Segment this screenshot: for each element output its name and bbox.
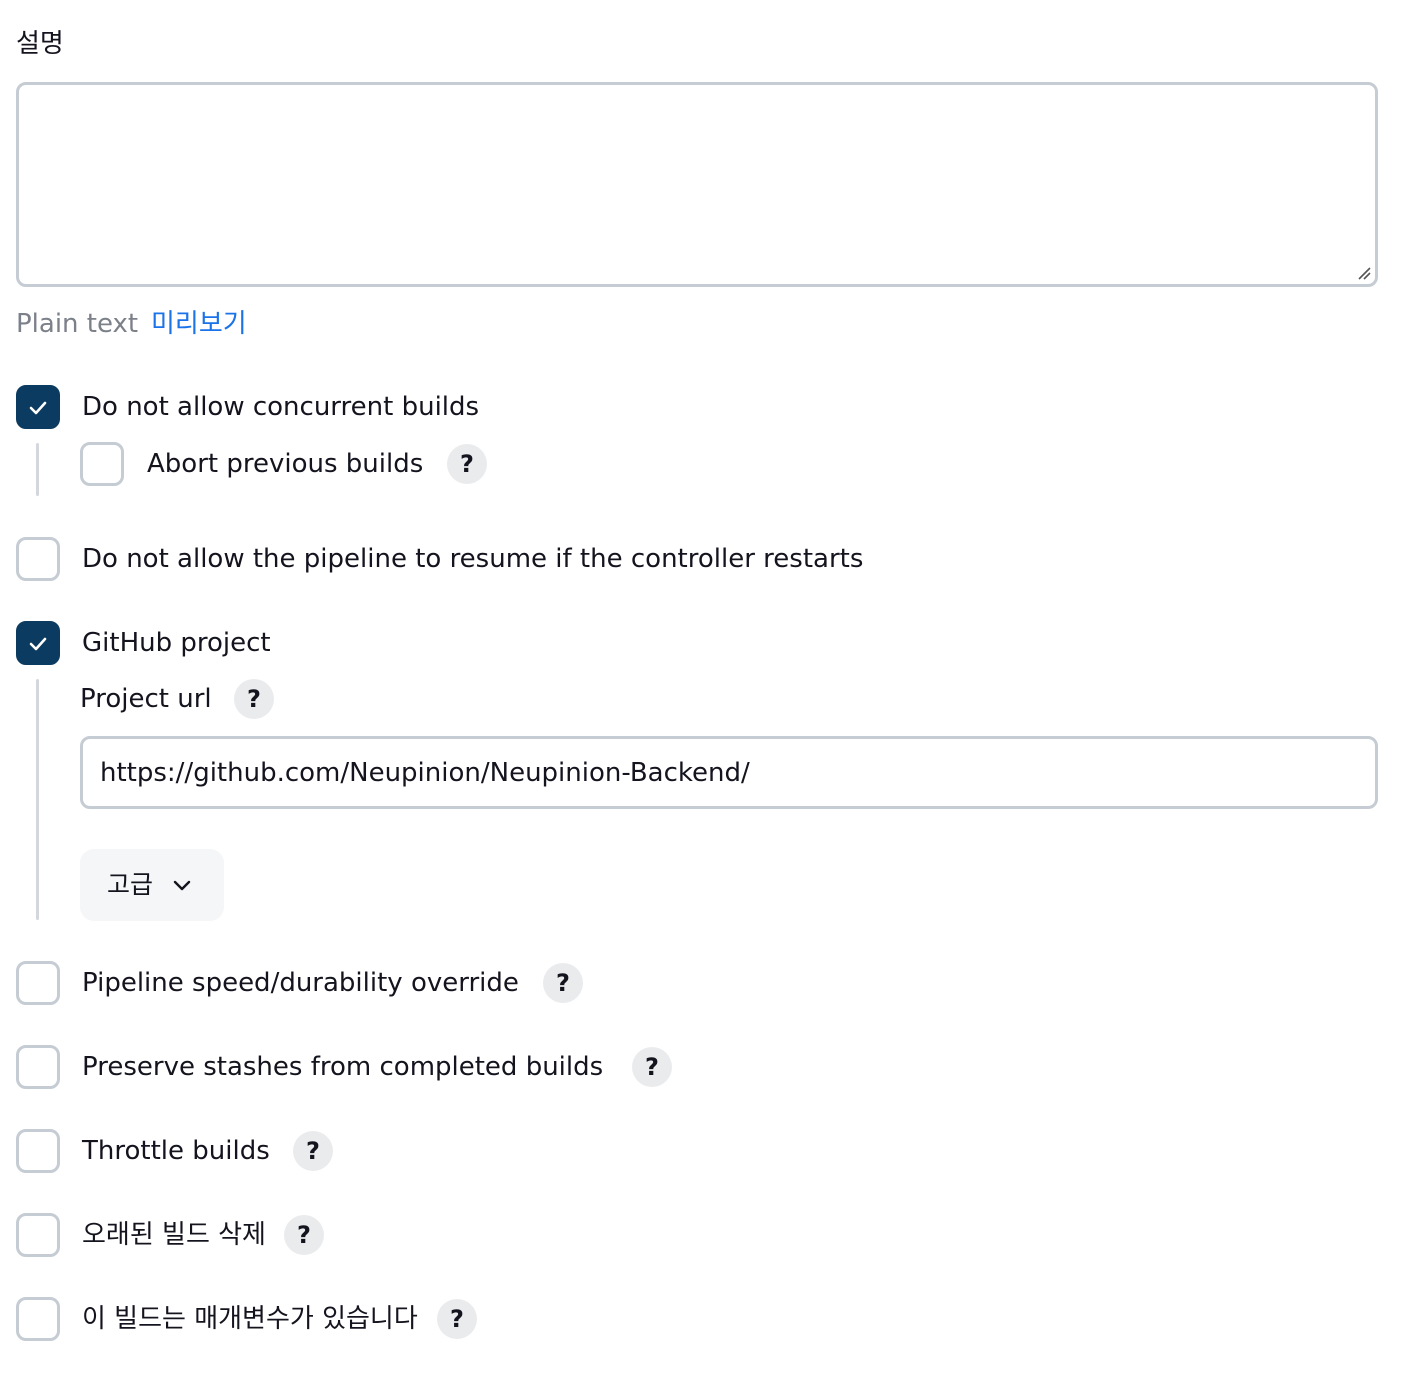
no-resume-checkbox[interactable] xyxy=(16,537,60,581)
project-url-input[interactable] xyxy=(80,736,1378,809)
discard-old-builds-checkbox[interactable] xyxy=(16,1213,60,1257)
nested-indent-line xyxy=(36,443,39,496)
preserve-stashes-checkbox[interactable] xyxy=(16,1045,60,1089)
advanced-label: 고급 xyxy=(107,870,154,899)
no-resume-label[interactable]: Do not allow the pipeline to resume if t… xyxy=(82,541,863,577)
description-label: 설명 xyxy=(16,29,64,59)
github-project-label[interactable]: GitHub project xyxy=(82,625,271,661)
abort-previous-checkbox[interactable] xyxy=(80,442,124,486)
abort-previous-label[interactable]: Abort previous builds xyxy=(147,446,423,482)
throttle-builds-label[interactable]: Throttle builds xyxy=(82,1133,270,1169)
nested-indent-line xyxy=(36,679,39,920)
discard-old-builds-help-icon[interactable]: ? xyxy=(284,1215,324,1255)
parameterized-checkbox[interactable] xyxy=(16,1297,60,1341)
preview-link[interactable]: 미리보기 xyxy=(151,306,247,342)
format-label: Plain text xyxy=(16,309,139,339)
github-project-checkbox[interactable] xyxy=(16,621,60,665)
no-concurrent-label[interactable]: Do not allow concurrent builds xyxy=(82,389,479,425)
preserve-stashes-help-icon[interactable]: ? xyxy=(632,1047,672,1087)
durability-override-checkbox[interactable] xyxy=(16,961,60,1005)
parameterized-label[interactable]: 이 빌드는 매개변수가 있습니다 xyxy=(82,1301,418,1337)
throttle-builds-help-icon[interactable]: ? xyxy=(293,1131,333,1171)
description-textarea[interactable] xyxy=(16,82,1378,287)
parameterized-help-icon[interactable]: ? xyxy=(437,1299,477,1339)
durability-override-label[interactable]: Pipeline speed/durability override xyxy=(82,965,519,1001)
checkmark-icon xyxy=(29,637,47,651)
project-url-help-icon[interactable]: ? xyxy=(234,679,274,719)
project-url-label: Project url xyxy=(80,684,212,714)
durability-override-help-icon[interactable]: ? xyxy=(543,963,583,1003)
checkmark-icon xyxy=(29,401,47,415)
preserve-stashes-label[interactable]: Preserve stashes from completed builds xyxy=(82,1049,603,1085)
no-concurrent-checkbox[interactable] xyxy=(16,385,60,429)
chevron-down-icon xyxy=(173,880,191,891)
resize-grip-icon[interactable] xyxy=(1357,266,1371,280)
discard-old-builds-label[interactable]: 오래된 빌드 삭제 xyxy=(82,1217,266,1253)
throttle-builds-checkbox[interactable] xyxy=(16,1129,60,1173)
abort-previous-help-icon[interactable]: ? xyxy=(447,444,487,484)
advanced-button[interactable]: 고급 xyxy=(80,849,224,921)
